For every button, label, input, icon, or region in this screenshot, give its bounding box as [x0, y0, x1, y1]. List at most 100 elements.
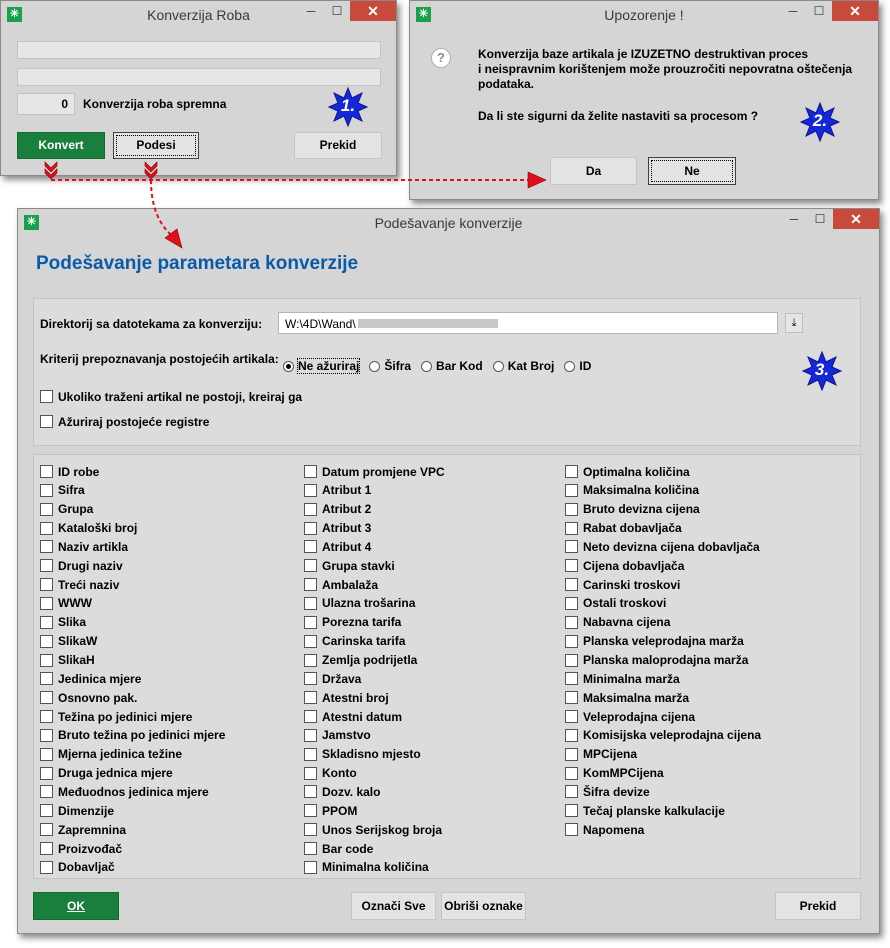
- no-button[interactable]: Ne: [648, 157, 736, 185]
- field-checkbox[interactable]: Grupa stavki: [304, 557, 395, 574]
- field-checkbox[interactable]: Slika: [40, 614, 86, 631]
- field-checkbox[interactable]: Ambalaža: [304, 576, 378, 593]
- select-all-button[interactable]: Označi Sve: [351, 892, 436, 920]
- field-checkbox[interactable]: Država: [304, 670, 361, 687]
- field-checkbox[interactable]: Maksimalna marža: [565, 689, 689, 706]
- field-checkbox[interactable]: Kataloški broj: [40, 520, 137, 537]
- field-checkbox[interactable]: Porezna tarifa: [304, 614, 401, 631]
- field-checkbox[interactable]: Atribut 2: [304, 501, 371, 518]
- field-checkbox[interactable]: Dobavljač: [40, 859, 115, 876]
- close-button[interactable]: ✕: [832, 1, 878, 21]
- field-checkbox[interactable]: Cijena dobavljača: [565, 557, 684, 574]
- field-checkbox[interactable]: Datum promjene VPC: [304, 463, 445, 480]
- field-label: Carinski troskovi: [583, 577, 681, 592]
- field-checkbox[interactable]: WWW: [40, 595, 92, 612]
- field-checkbox[interactable]: Rabat dobavljača: [565, 520, 682, 537]
- field-checkbox[interactable]: Atribut 1: [304, 482, 371, 499]
- title-bar[interactable]: ✳ Upozorenje ! ─ ☐ ✕: [410, 1, 878, 29]
- field-checkbox[interactable]: Planska veleprodajna marža: [565, 633, 744, 650]
- field-checkbox[interactable]: Ulazna trošarina: [304, 595, 415, 612]
- field-checkbox[interactable]: Atribut 3: [304, 520, 371, 537]
- cancel-button[interactable]: Prekid: [294, 132, 382, 159]
- field-checkbox[interactable]: Zapremnina: [40, 821, 126, 838]
- cancel-button[interactable]: Prekid: [775, 892, 861, 920]
- maximize-button[interactable]: ☐: [324, 1, 350, 21]
- field-checkbox[interactable]: Proizvođač: [40, 840, 122, 857]
- field-checkbox[interactable]: KomMPCijena: [565, 765, 664, 782]
- minimize-button[interactable]: ─: [298, 1, 324, 21]
- clear-all-button[interactable]: Obriši oznake: [441, 892, 526, 920]
- field-checkbox[interactable]: ID robe: [40, 463, 99, 480]
- field-checkbox[interactable]: Dimenzije: [40, 802, 114, 819]
- field-checkbox[interactable]: SlikaW: [40, 633, 97, 650]
- close-button[interactable]: ✕: [833, 209, 879, 229]
- minimize-button[interactable]: ─: [781, 209, 807, 229]
- update-existing-checkbox[interactable]: Ažuriraj postojeće registre: [40, 413, 209, 430]
- field-label: Tečaj planske kalkulacije: [583, 803, 725, 818]
- field-checkbox[interactable]: Unos Serijskog broja: [304, 821, 442, 838]
- field-checkbox[interactable]: Optimalna količina: [565, 463, 690, 480]
- field-checkbox[interactable]: Neto devizna cijena dobavljača: [565, 538, 760, 555]
- field-checkbox[interactable]: Grupa: [40, 501, 93, 518]
- radio-bar-kod[interactable]: Bar Kod: [421, 359, 483, 373]
- field-checkbox[interactable]: Težina po jedinici mjere: [40, 708, 192, 725]
- create-missing-checkbox[interactable]: Ukoliko traženi artikal ne postoji, krei…: [40, 388, 302, 405]
- field-checkbox[interactable]: Dozv. kalo: [304, 783, 380, 800]
- field-checkbox[interactable]: Bar code: [304, 840, 373, 857]
- close-button[interactable]: ✕: [350, 1, 396, 21]
- field-checkbox[interactable]: Carinski troskovi: [565, 576, 680, 593]
- field-checkbox[interactable]: Maksimalna količina: [565, 482, 699, 499]
- field-checkbox[interactable]: Konto: [304, 765, 357, 782]
- field-checkbox[interactable]: Atestni broj: [304, 689, 389, 706]
- field-checkbox[interactable]: Treći naziv: [40, 576, 119, 593]
- field-checkbox[interactable]: Komisijska veleprodajna cijena: [565, 727, 761, 744]
- field-checkbox[interactable]: Osnovno pak.: [40, 689, 137, 706]
- field-checkbox[interactable]: Naziv artikla: [40, 538, 128, 555]
- yes-button[interactable]: Da: [550, 157, 637, 185]
- field-checkbox[interactable]: Planska maloprodajna marža: [565, 652, 748, 669]
- field-checkbox[interactable]: Skladisno mjesto: [304, 746, 421, 763]
- field-checkbox[interactable]: Mjerna jedinica težine: [40, 746, 182, 763]
- directory-label: Direktorij sa datotekama za konverziju:: [40, 317, 263, 331]
- field-checkbox[interactable]: Druga jednica mjere: [40, 765, 173, 782]
- radio-sifra[interactable]: Šifra: [369, 359, 411, 373]
- field-label: Atribut 3: [322, 521, 372, 536]
- field-checkbox[interactable]: Carinska tarifa: [304, 633, 405, 650]
- field-checkbox[interactable]: Sifra: [40, 482, 85, 499]
- field-checkbox[interactable]: Zemlja podrijetla: [304, 652, 417, 669]
- radio-id[interactable]: ID: [564, 359, 591, 373]
- ok-button[interactable]: OK: [33, 892, 119, 920]
- field-checkbox[interactable]: Nabavna cijena: [565, 614, 670, 631]
- field-checkbox[interactable]: Atestni datum: [304, 708, 402, 725]
- field-checkbox[interactable]: Atribut 4: [304, 538, 371, 555]
- radio-ne-azuriraj[interactable]: Ne ažuriraj: [283, 358, 361, 374]
- field-checkbox[interactable]: Minimalna marža: [565, 670, 680, 687]
- field-checkbox[interactable]: Drugi naziv: [40, 557, 123, 574]
- minimize-button[interactable]: ─: [780, 1, 806, 21]
- directory-input[interactable]: W:\4D\Wand\: [278, 312, 778, 334]
- browse-button[interactable]: ⤓: [785, 313, 803, 333]
- field-checkbox[interactable]: Bruto devizna cijena: [565, 501, 700, 518]
- radio-kat-broj[interactable]: Kat Broj: [492, 359, 554, 373]
- field-checkbox[interactable]: Međuodnos jedinica mjere: [40, 783, 209, 800]
- field-checkbox[interactable]: Ostali troskovi: [565, 595, 666, 612]
- title-bar[interactable]: ✳ Konverzija Roba ─ ☐ ✕: [1, 1, 396, 29]
- field-checkbox[interactable]: Tečaj planske kalkulacije: [565, 802, 725, 819]
- field-label: Atestni broj: [322, 690, 389, 705]
- field-checkbox[interactable]: PPOM: [304, 802, 357, 819]
- field-checkbox[interactable]: MPCijena: [565, 746, 637, 763]
- maximize-button[interactable]: ☐: [807, 209, 833, 229]
- field-checkbox[interactable]: Bruto težina po jedinici mjere: [40, 727, 225, 744]
- field-checkbox[interactable]: Šifra devize: [565, 783, 650, 800]
- field-checkbox[interactable]: Jedinica mjere: [40, 670, 141, 687]
- title-bar[interactable]: ✳ Podešavanje konverzije ─ ☐ ✕: [18, 209, 879, 237]
- field-checkbox[interactable]: Veleprodajna cijena: [565, 708, 695, 725]
- field-checkbox[interactable]: Minimalna količina: [304, 859, 429, 876]
- settings-button[interactable]: Podesi: [113, 132, 199, 159]
- convert-button[interactable]: Konvert: [17, 132, 105, 159]
- maximize-button[interactable]: ☐: [806, 1, 832, 21]
- field-checkbox[interactable]: SlikaH: [40, 652, 95, 669]
- field-checkbox[interactable]: Napomena: [565, 821, 644, 838]
- field-checkbox[interactable]: Jamstvo: [304, 727, 371, 744]
- checkbox-icon: [565, 521, 578, 535]
